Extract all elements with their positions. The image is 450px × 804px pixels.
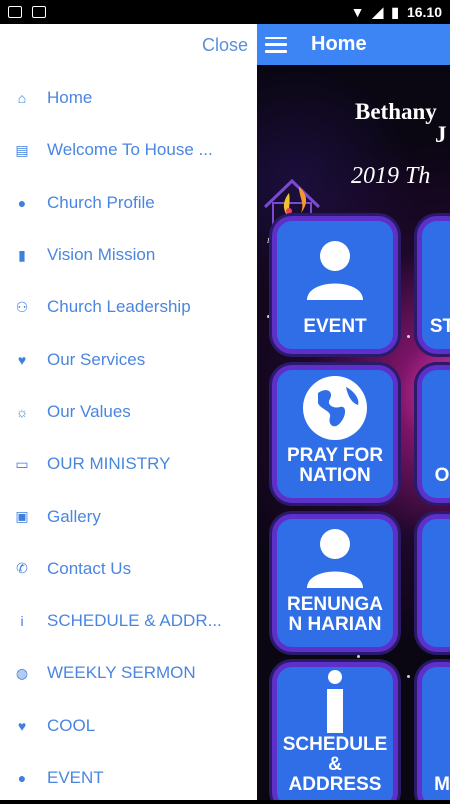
partial-tile[interactable]: O [417,365,450,503]
navigation-drawer: Close ⌂ Home ▤ Welcome To House ... ● Church … [0,24,257,800]
drawer-item-church-leadership[interactable]: ⚇ Church Leadership [0,281,257,333]
drawer-item-label: Our Services [47,349,146,369]
event-tile[interactable]: EVENT [272,216,398,354]
bookmark-icon: ▮ [18,246,26,263]
sparkle-dot [407,675,410,678]
church-name-cont: J [435,122,447,147]
group-icon: ⚇ [15,298,29,315]
drawer-item-label: COOL [47,715,96,735]
drawer-item-gallery[interactable]: ▣ Gallery [0,490,257,542]
tablet-icon: ▭ [15,455,29,472]
app-notification-icon [32,6,46,18]
person-icon: ● [17,770,27,786]
sparkle-dot [407,335,410,338]
person-icon: ● [17,194,27,211]
drawer-item-schedule-addr[interactable]: i SCHEDULE & ADDR... [0,595,257,647]
wifi-icon: ▼ [350,4,365,20]
app-bar: Home [257,24,450,65]
sparkle-dot [267,315,270,318]
info-icon: i [20,613,24,630]
drawer-item-label: Gallery [47,506,101,526]
heart-icon: ♥ [17,717,27,734]
church-name: Bethany [355,99,437,124]
drawer-item-weekly-sermon[interactable]: ◍ WEEKLY SERMON [0,647,257,699]
drawer-item-label: Our Values [47,401,131,421]
drawer-item-label: Church Leadership [47,297,191,317]
drawer-item-church-profile[interactable]: ● Church Profile [0,177,257,229]
pray-for-nation-tile[interactable]: PRAY FOR NATION [272,365,398,503]
page-title: Home [311,33,367,55]
drawer-item-label: Contact Us [47,558,132,578]
schedule-address-tile[interactable]: SCHEDULE & ADDRESS [272,662,398,800]
document-icon: ▤ [15,141,29,158]
drawer-item-welcome-to-house[interactable]: ▤ Welcome To House ... [0,124,257,176]
drawer-item-label: Home [47,88,93,108]
menu-icon[interactable] [265,36,287,53]
drawer-item-cool[interactable]: ♥ COOL [0,700,257,752]
drawer-menu: ⌂ Home ▤ Welcome To House ... ● Church Profil… [0,72,257,804]
person-icon [281,519,389,595]
drawer-item-home[interactable]: ⌂ Home [0,72,257,124]
partial-tile[interactable]: ST [417,216,450,354]
info-icon [281,667,389,735]
image-icon: ▣ [15,508,29,525]
battery-icon: ▮ [391,3,399,20]
drawer-item-vision-mission[interactable]: ▮ Vision Mission [0,229,257,281]
drawer-item-contact-us[interactable]: ✆ Contact Us [0,543,257,595]
close-button[interactable]: Close [202,35,248,56]
drawer-item-event[interactable]: ● EVENT [0,752,257,804]
drawer-item-our-values[interactable]: ☼ Our Values [0,386,257,438]
drawer-item-label: WEEKLY SERMON [47,663,196,683]
globe-icon: ◍ [15,664,29,681]
year-theme: 2019 Th [351,163,431,189]
person-icon [281,221,389,317]
image-notification-icon [8,6,22,18]
drawer-item-label: Welcome To House ... [47,140,213,160]
drawer-item-label: SCHEDULE & ADDR... [47,611,222,631]
clock: 16.10 [406,4,442,20]
partial-tile[interactable] [417,514,450,652]
sparkle-dot [357,655,360,658]
main-content: Home House of Worship Bethany J 2019 Th … [257,24,450,800]
phone-icon: ✆ [16,560,28,577]
drawer-item-label: Vision Mission [47,245,156,265]
status-bar: ▼ ◢ ▮ 16.10 [0,0,450,24]
drawer-item-label: OUR MINISTRY [47,454,171,474]
home-icon: ⌂ [17,90,27,107]
partial-tile[interactable]: M [417,662,450,800]
globe-icon [281,370,389,446]
drawer-item-our-ministry[interactable]: ▭ OUR MINISTRY [0,438,257,490]
lightbulb-icon: ☼ [15,403,29,420]
renungan-harian-tile[interactable]: RENUNGA N HARIAN [272,514,398,652]
signal-icon: ◢ [372,3,384,20]
drawer-item-our-services[interactable]: ♥ Our Services [0,333,257,385]
heart-icon: ♥ [17,351,27,368]
drawer-item-label: Church Profile [47,192,155,212]
drawer-item-label: EVENT [47,768,104,787]
